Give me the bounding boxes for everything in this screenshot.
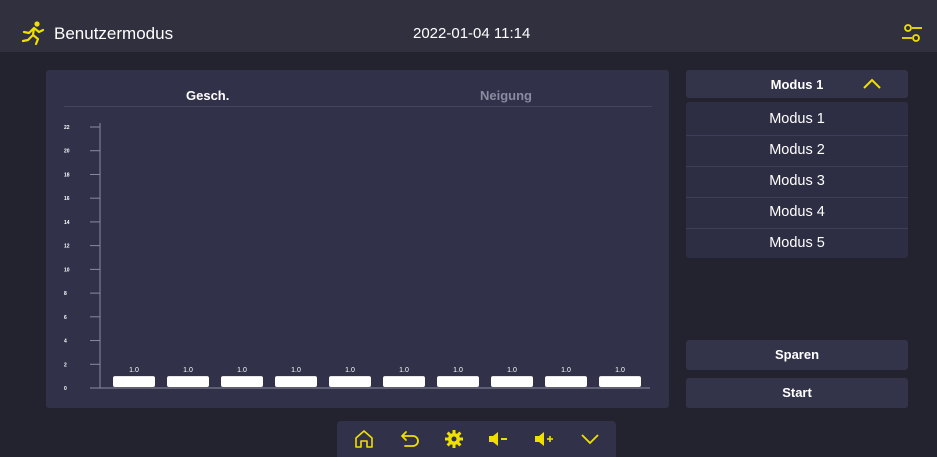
y-tick-label: 14 xyxy=(64,220,70,226)
bar-value-label: 1.0 xyxy=(237,367,247,374)
bar-value-label: 1.0 xyxy=(345,367,355,374)
bar-value-label: 1.0 xyxy=(561,367,571,374)
gear-icon[interactable] xyxy=(443,429,465,449)
bar xyxy=(545,376,587,387)
mode-option-4[interactable]: Modus 4 xyxy=(686,197,908,228)
home-icon[interactable] xyxy=(353,429,375,449)
y-tick-label: 20 xyxy=(64,149,70,155)
y-tick-label: 8 xyxy=(64,291,67,297)
runner-icon xyxy=(21,21,45,46)
bar-value-label: 1.0 xyxy=(291,367,301,374)
y-tick-label: 4 xyxy=(64,339,67,345)
y-tick-label: 2 xyxy=(64,362,67,368)
y-tick-label: 0 xyxy=(64,386,67,392)
mode-dropdown[interactable]: Modus 1 xyxy=(686,70,908,98)
bar-value-label: 1.0 xyxy=(129,367,139,374)
y-tick-label: 12 xyxy=(64,244,70,250)
datetime-display: 2022-01-04 11:14 xyxy=(413,25,531,42)
bar xyxy=(275,376,317,387)
mode-option-3[interactable]: Modus 3 xyxy=(686,166,908,197)
volume-up-icon[interactable] xyxy=(533,429,555,449)
bar xyxy=(329,376,371,387)
bar xyxy=(167,376,209,387)
y-tick-label: 18 xyxy=(64,172,70,178)
bar xyxy=(221,376,263,387)
mode-dropdown-list: Modus 1 Modus 2 Modus 3 Modus 4 Modus 5 xyxy=(686,102,908,258)
page-title: Benutzermodus xyxy=(54,24,174,43)
bar-value-label: 1.0 xyxy=(507,367,517,374)
start-button[interactable]: Start xyxy=(686,378,908,408)
chevron-up-icon xyxy=(863,78,881,89)
mode-option-1[interactable]: Modus 1 xyxy=(686,104,908,135)
mode-option-2[interactable]: Modus 2 xyxy=(686,135,908,166)
volume-down-icon[interactable] xyxy=(487,429,509,449)
save-button[interactable]: Sparen xyxy=(686,340,908,370)
bar xyxy=(383,376,425,387)
bar xyxy=(113,376,155,387)
bottom-navigation xyxy=(337,421,616,457)
bar-chart: 0 2 4 6 8 10 12 14 16 18 20 22 1.0 1.0 1.0 1.0 1.0 1.0 1.0… xyxy=(64,123,650,392)
y-tick-label: 22 xyxy=(64,125,70,131)
bar xyxy=(491,376,533,387)
bar xyxy=(599,376,641,387)
top-bar: Benutzermodus 2022-01-04 11:14 xyxy=(0,0,937,52)
back-icon[interactable] xyxy=(399,429,421,449)
mode-option-5[interactable]: Modus 5 xyxy=(686,228,908,259)
bar-value-label: 1.0 xyxy=(183,367,193,374)
bar-value-label: 1.0 xyxy=(615,367,625,374)
y-tick-label: 6 xyxy=(64,315,67,321)
bar-value-label: 1.0 xyxy=(453,367,463,374)
bar xyxy=(437,376,479,387)
sliders-icon[interactable] xyxy=(900,22,924,44)
y-tick-label: 10 xyxy=(64,267,70,273)
chevron-down-icon[interactable] xyxy=(579,429,601,449)
y-tick-label: 16 xyxy=(64,196,70,202)
bar-value-label: 1.0 xyxy=(399,367,409,374)
